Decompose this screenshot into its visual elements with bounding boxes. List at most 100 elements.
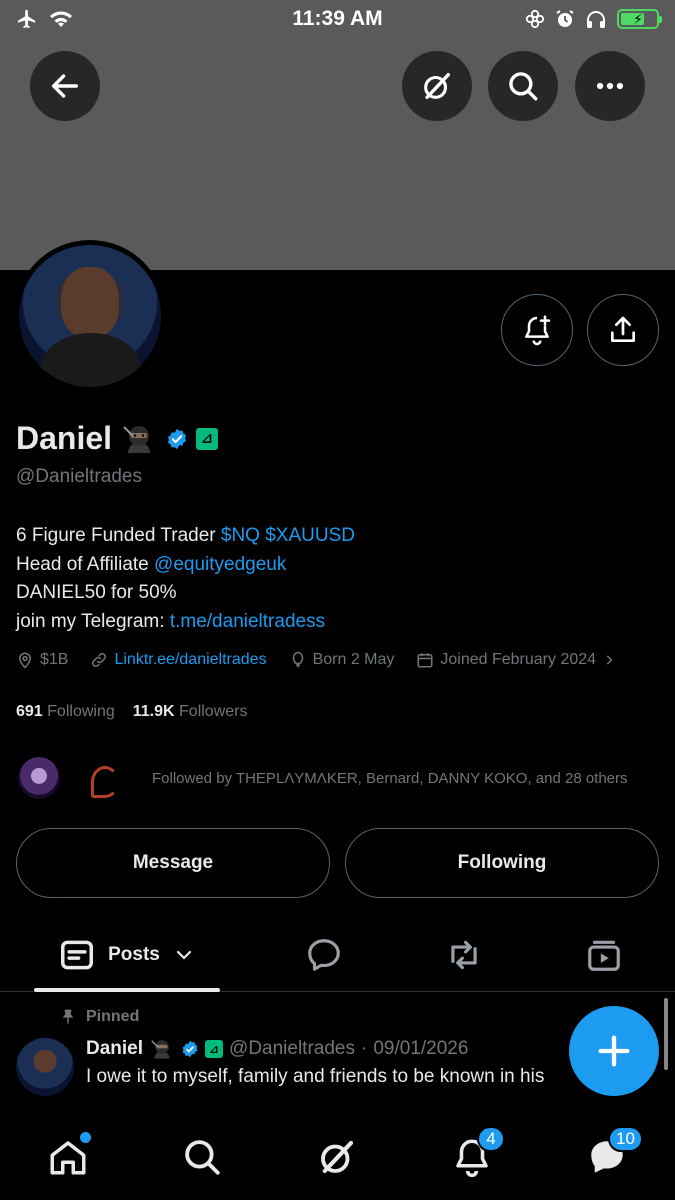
bio-line-3: DANIEL50 for 50% (16, 582, 177, 603)
website-link[interactable]: Linktr.ee/danieltrades (114, 651, 266, 669)
post-text: I owe it to myself, family and friends t… (86, 1066, 545, 1087)
joined-text: Joined February 2024 (440, 651, 597, 668)
followers-count: 11.9K (132, 703, 175, 720)
tab-replies[interactable] (284, 918, 364, 992)
more-button[interactable] (575, 51, 645, 121)
compose-post-button[interactable] (569, 1006, 659, 1096)
nav-search[interactable] (177, 1132, 227, 1182)
bottom-navigation: 4 10 (0, 1110, 675, 1200)
share-icon (611, 316, 635, 342)
headphones-icon (587, 11, 605, 28)
profile-name: Daniel (16, 420, 113, 456)
nav-grok[interactable] (312, 1132, 362, 1182)
status-left (16, 8, 74, 30)
affiliate-badge-icon: ⊿ (205, 1040, 224, 1058)
message-button[interactable]: Message (16, 828, 330, 898)
profile-banner (0, 38, 675, 270)
grok-button[interactable] (402, 51, 472, 121)
bio-line-4: join my Telegram: t.me/danieltradess (16, 608, 355, 637)
followed-by-row[interactable]: Followed by THEPLΛYMΛKER, Bernard, DANNY… (18, 757, 628, 799)
messages-count-badge: 10 (608, 1126, 643, 1152)
profile-avatar-frame[interactable] (14, 240, 166, 392)
following-button[interactable]: Following (345, 828, 659, 898)
nav-home[interactable] (43, 1132, 93, 1182)
bio-text: 6 Figure Funded Trader (16, 525, 221, 546)
follow-counts: 691 Following 11.9K Followers (16, 703, 247, 721)
tab-reposts[interactable] (424, 918, 504, 992)
affiliate-badge-icon: ⊿ (196, 427, 219, 450)
plus-icon (598, 1035, 630, 1067)
bell-plus-icon (525, 315, 551, 346)
chevron-down-icon[interactable] (172, 943, 196, 967)
follower-avatar (80, 757, 122, 799)
verified-badge-icon (167, 428, 187, 449)
profile-meta: $1B Linktr.ee/danieltrades Born 2 May Jo… (16, 651, 616, 669)
notifications-bell-button[interactable] (501, 294, 573, 366)
profile-tabs: Posts (0, 918, 675, 992)
focus-flower-icon (525, 9, 545, 29)
post-author-avatar[interactable] (16, 1038, 74, 1096)
joined-item[interactable]: Joined February 2024 (416, 651, 616, 669)
more-icon (596, 82, 624, 90)
profile-name-row: Daniel ⊿ (16, 420, 219, 457)
active-tab-indicator (34, 988, 220, 992)
post-date: 09/01/2026 (373, 1038, 469, 1059)
bio-text: join my Telegram: (16, 610, 170, 632)
nav-notifications[interactable]: 4 (447, 1126, 505, 1182)
nav-messages[interactable]: 10 (582, 1126, 643, 1182)
battery-icon: ⚡ (617, 9, 662, 29)
verified-badge-icon (182, 1040, 198, 1058)
bio-line-2: Head of Affiliate @equityedgeuk (16, 551, 355, 580)
following-count-link[interactable]: 691 Following (16, 703, 115, 721)
telegram-link[interactable]: t.me/danieltradess (170, 611, 325, 632)
airplane-icon (17, 9, 36, 29)
location-text: $1B (40, 651, 69, 668)
calendar-icon (417, 653, 433, 668)
follower-avatar (18, 757, 60, 799)
location-item: $1B (16, 651, 68, 669)
status-bar: 11:39 AM ⚡ (0, 0, 675, 38)
wifi-icon (50, 11, 72, 27)
ninja-emoji-icon (123, 425, 151, 453)
ninja-emoji-icon (151, 1040, 170, 1059)
profile-bio: 6 Figure Funded Trader $NQ $XAUUSD Head … (16, 522, 355, 636)
post-separator: · (361, 1038, 368, 1059)
bio-line-1: 6 Figure Funded Trader $NQ $XAUUSD (16, 522, 355, 551)
grok-icon (321, 1140, 354, 1174)
pinned-label: Pinned (86, 1008, 140, 1025)
search-button[interactable] (488, 51, 558, 121)
following-label: Following (47, 703, 115, 720)
mention-link[interactable]: @equityedgeuk (154, 554, 286, 575)
followers-label: Followers (179, 703, 248, 720)
repost-icon (451, 940, 477, 970)
cashtag-links[interactable]: $NQ $XAUUSD (221, 525, 355, 546)
tab-media[interactable] (564, 918, 644, 992)
share-button[interactable] (587, 294, 659, 366)
posts-tab-icon (61, 940, 94, 970)
notifications-count-badge: 4 (477, 1126, 505, 1152)
location-pin-icon (18, 652, 32, 669)
pin-icon (62, 1009, 74, 1024)
media-video-icon (588, 940, 620, 971)
back-button[interactable] (30, 51, 100, 121)
tab-posts-label: Posts (108, 944, 160, 965)
post-author-name[interactable]: Daniel (86, 1038, 143, 1060)
status-right: ⚡ (525, 9, 662, 29)
followers-count-link[interactable]: 11.9K Followers (133, 703, 248, 721)
home-new-dot (80, 1132, 91, 1143)
following-count: 691 (16, 703, 43, 720)
balloon-icon (292, 651, 303, 668)
scrollbar[interactable] (664, 998, 668, 1070)
followed-by-text: Followed by THEPLΛYMΛKER, Bernard, DANNY… (152, 769, 628, 787)
alarm-icon (556, 10, 574, 27)
profile-avatar[interactable] (19, 245, 161, 387)
birthday-item: Born 2 May (289, 651, 394, 669)
website-item[interactable]: Linktr.ee/danieltrades (90, 651, 267, 669)
reply-bubble-icon (308, 939, 340, 971)
pinned-indicator: Pinned (60, 1008, 139, 1026)
tab-posts[interactable]: Posts (34, 918, 220, 992)
search-icon (185, 1140, 220, 1175)
profile-handle: @Danieltrades (16, 466, 142, 487)
back-arrow-icon (51, 74, 79, 98)
chevron-right-icon (606, 655, 613, 665)
